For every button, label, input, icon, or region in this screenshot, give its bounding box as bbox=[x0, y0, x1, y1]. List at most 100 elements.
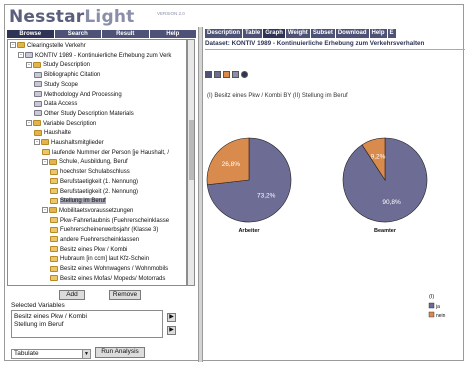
tree-vertical-scrollbar[interactable] bbox=[187, 39, 195, 286]
tab-table[interactable]: Table bbox=[243, 29, 263, 38]
settings-icon[interactable] bbox=[241, 71, 248, 78]
tab-search[interactable]: Search bbox=[54, 30, 101, 38]
scroll-thumb[interactable] bbox=[189, 120, 194, 180]
var-icon bbox=[50, 275, 58, 282]
tree-item[interactable]: andere Fuehrerscheinklassen bbox=[50, 236, 139, 244]
tree-item[interactable]: - Schule, Ausbildung, Beruf bbox=[42, 158, 128, 166]
right-tab-bar: Description Table Graph Weight Subset Downloa… bbox=[205, 29, 465, 38]
tree-item[interactable]: Berufstaetigkeit (1. Nennung) bbox=[50, 178, 138, 186]
tree-item-label: hoechster Schulabschluss bbox=[60, 169, 130, 176]
tree-item-label: Fuehrerscheinerwerbsjahr (Klasse 3) bbox=[60, 227, 159, 234]
tree-item[interactable]: laufende Nummer der Person [je Haushalt,… bbox=[42, 149, 169, 157]
var-icon bbox=[50, 255, 58, 262]
collapse-icon[interactable]: - bbox=[34, 139, 40, 146]
tree-item-label: Bibliographic Citation bbox=[44, 72, 101, 79]
collapse-icon[interactable]: - bbox=[18, 52, 24, 59]
tree-item-label: Schule, Ausbildung, Beruf bbox=[59, 159, 128, 166]
selected-variables-list[interactable]: Besitz eines Pkw / Kombi Stellung im Ber… bbox=[11, 310, 163, 338]
doc-icon bbox=[34, 71, 42, 78]
tab-e[interactable]: E bbox=[387, 29, 396, 38]
tree-item-label: Hubraum [in ccm] laut Kfz-Schein bbox=[60, 256, 150, 263]
tree-item[interactable]: Data Access bbox=[34, 100, 77, 108]
tab-help[interactable]: Help bbox=[369, 29, 387, 38]
tree-item-label: Berufstaetigkeit (1. Nennung) bbox=[60, 178, 139, 185]
tree-item[interactable]: Besitz eines Pkw / Kombi bbox=[50, 246, 127, 254]
tab-subset[interactable]: Subset bbox=[310, 29, 335, 38]
tab-weight[interactable]: Weight bbox=[285, 29, 310, 38]
selected-variable[interactable]: Stellung im Beruf bbox=[14, 321, 160, 329]
header: NesstarLight VERSION 2.0 bbox=[5, 5, 201, 31]
folder-icon bbox=[17, 42, 25, 49]
tab-browse[interactable]: Browse bbox=[7, 30, 54, 38]
tree-item[interactable]: - Mobilitaetsvoraussetzungen bbox=[42, 207, 133, 215]
slice-label: 26,8% bbox=[222, 161, 241, 168]
slice-label: 9,2% bbox=[371, 154, 386, 161]
tab-result[interactable]: Result bbox=[102, 30, 149, 38]
tree-item[interactable]: Berufstaetigkeit (2. Nennung) bbox=[50, 187, 138, 196]
chevron-down-icon[interactable]: ▼ bbox=[82, 350, 90, 358]
tab-download[interactable]: Download bbox=[335, 29, 369, 38]
tree-item[interactable]: hoechster Schulabschluss bbox=[50, 168, 130, 176]
run-analysis-button[interactable]: Run Analysis bbox=[95, 347, 145, 358]
nesstar-logo: NesstarLight bbox=[9, 7, 134, 27]
analysis-type-select[interactable]: Tabulate ▼ bbox=[11, 349, 91, 359]
tab-graph[interactable]: Graph bbox=[263, 29, 285, 38]
tree-item[interactable]: - Haushaltsmitglieder bbox=[34, 139, 104, 147]
tree-item[interactable]: Other Study Description Materials bbox=[34, 110, 134, 118]
remove-button[interactable]: Remove bbox=[109, 290, 141, 300]
tree-item[interactable]: Besitz eines Mofas/ Mopeds/ Motorrads bbox=[50, 275, 165, 283]
chart-toolbar bbox=[205, 71, 248, 80]
tree-item[interactable]: Methodology And Processing bbox=[34, 90, 122, 99]
var-icon bbox=[50, 236, 58, 243]
tab-help[interactable]: Help bbox=[149, 30, 196, 38]
tree-item[interactable]: Besitz eines Wohnwagens / Wohnmobils bbox=[50, 265, 168, 273]
selected-variable[interactable]: Besitz eines Pkw / Kombi bbox=[14, 313, 160, 321]
add-button[interactable]: Add bbox=[59, 290, 85, 300]
stacked-bar-icon[interactable] bbox=[223, 71, 230, 78]
collapse-icon[interactable]: - bbox=[26, 61, 32, 68]
tree-item-label: Variable Description bbox=[43, 120, 97, 127]
tree-item[interactable]: Fuehrerscheinerwerbsjahr (Klasse 3) bbox=[50, 226, 158, 234]
legend-label: ja bbox=[435, 304, 440, 310]
tab-description[interactable]: Description bbox=[205, 29, 243, 38]
pie-chart-icon[interactable] bbox=[205, 71, 212, 78]
tree-item[interactable]: Study Scope bbox=[34, 81, 78, 89]
legend-swatch bbox=[428, 311, 435, 318]
bar-chart-icon[interactable] bbox=[214, 71, 221, 78]
tree-item-label: Haushalte bbox=[44, 130, 72, 137]
collapse-icon[interactable]: - bbox=[10, 42, 16, 49]
tree-item-label: Pkw-Fahrerlaubnis (Fuehrerscheinklasse bbox=[60, 217, 170, 224]
left-tab-bar: Browse Search Result Help bbox=[7, 30, 197, 38]
table-icon[interactable] bbox=[232, 71, 239, 78]
collapse-icon[interactable]: - bbox=[42, 207, 48, 214]
tree-item[interactable]: - Clearingstelle Verkehr bbox=[10, 42, 86, 50]
slice-label: 73,2% bbox=[257, 192, 276, 199]
var-icon bbox=[50, 168, 58, 175]
tree-item[interactable]: Stellung im Beruf bbox=[50, 197, 106, 205]
move-down-icon[interactable]: ▶ bbox=[167, 326, 176, 335]
tree-item-label: Mobilitaetsvoraussetzungen bbox=[59, 207, 134, 214]
tree-item-label: Other Study Description Materials bbox=[44, 110, 134, 117]
tree-item[interactable]: Hubraum [in ccm] laut Kfz-Schein bbox=[50, 255, 149, 263]
legend-label: nein bbox=[436, 313, 446, 319]
logo-sub: Light bbox=[84, 7, 135, 27]
var-icon bbox=[50, 217, 58, 224]
tree-item[interactable]: Haushalte bbox=[34, 129, 71, 137]
collapse-icon[interactable]: - bbox=[26, 120, 32, 127]
move-up-icon[interactable]: ▶ bbox=[167, 313, 176, 322]
tree-item-label: Clearingstelle Verkehr bbox=[27, 43, 86, 49]
collapse-icon[interactable]: - bbox=[42, 158, 48, 165]
tree-item-label: Stellung im Beruf bbox=[60, 198, 106, 205]
tree-item-label: Besitz eines Wohnwagens / Wohnmobils bbox=[60, 266, 169, 273]
tree-item[interactable]: - KONTIV 1989 - Kontinuierliche Erhebung … bbox=[18, 52, 171, 60]
app-window: NesstarLight VERSION 2.0 Browse Search Res… bbox=[4, 4, 465, 362]
var-icon bbox=[50, 226, 58, 233]
var-icon bbox=[50, 197, 58, 204]
tree-item[interactable]: Pkw-Fahrerlaubnis (Fuehrerscheinklasse bbox=[50, 217, 169, 225]
tree-item[interactable]: - Variable Description bbox=[26, 120, 96, 128]
tree-item[interactable]: Bibliographic Citation bbox=[34, 71, 100, 79]
chart-caption: (I) Besitz eines Pkw / Kombi BY (II) Ste… bbox=[207, 93, 348, 99]
tree-item[interactable]: - Study Description bbox=[26, 61, 90, 69]
var-icon bbox=[42, 149, 50, 156]
study-tree: - Clearingstelle Verkehr - KONTIV 1989 - Ko… bbox=[7, 39, 187, 286]
